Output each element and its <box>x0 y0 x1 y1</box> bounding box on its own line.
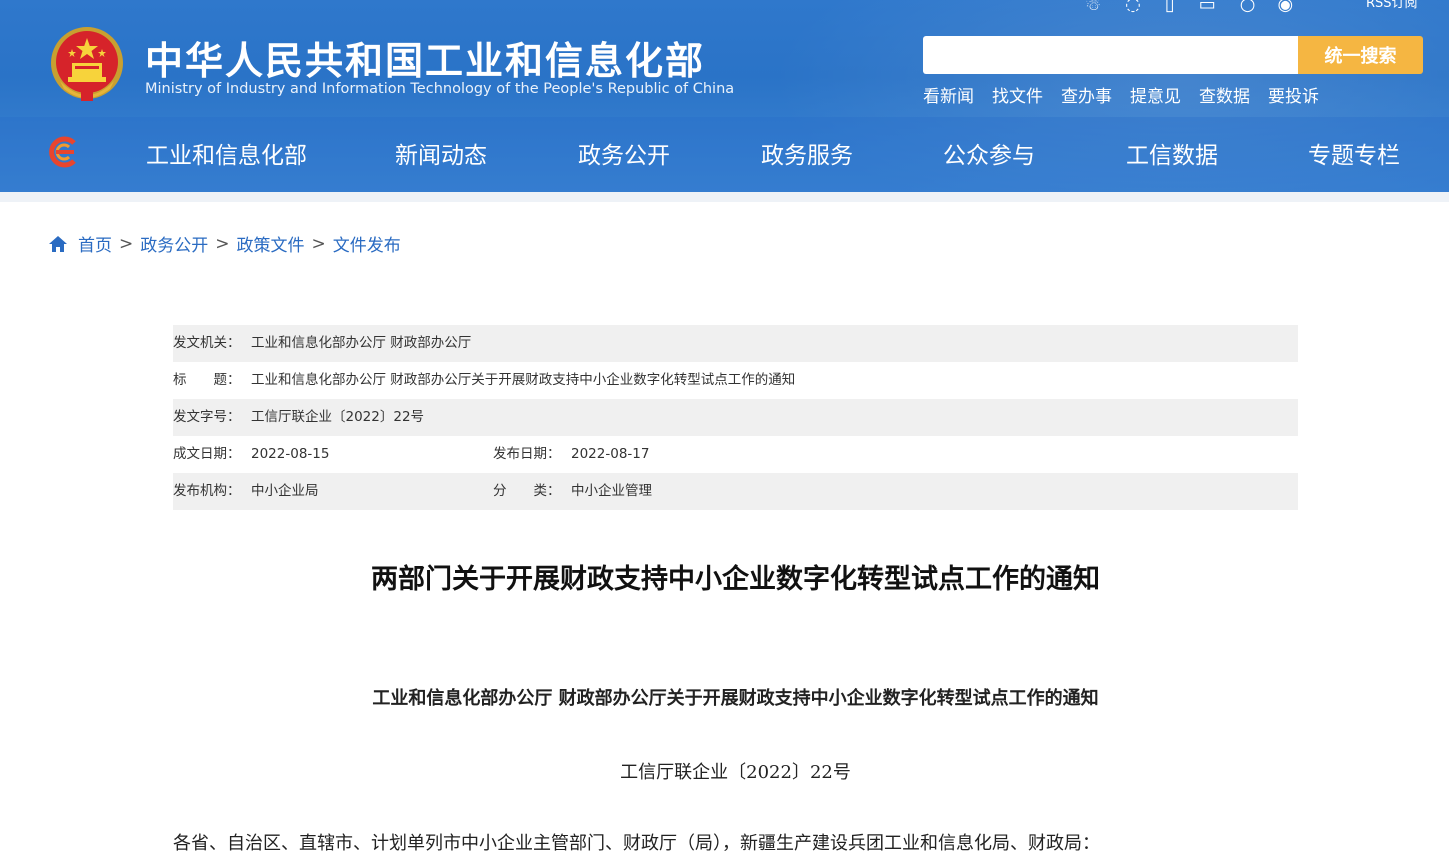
search-button[interactable]: 统一搜索 <box>1298 36 1423 74</box>
quick-link-services[interactable]: 查办事 <box>1061 82 1112 107</box>
quick-link-files[interactable]: 找文件 <box>992 82 1043 107</box>
meta-written-date: 2022-08-15 <box>251 446 330 462</box>
site-title[interactable]: 中华人民共和国工业和信息化部 <box>145 30 705 85</box>
site-subtitle: Ministry of Industry and Information Tec… <box>145 81 735 97</box>
meta-label: 发布机构： <box>173 483 241 499</box>
site-header: 中华人民共和国工业和信息化部 Ministry of Industry and … <box>0 0 1449 192</box>
quick-link-complaint[interactable]: 要投诉 <box>1268 82 1319 107</box>
meta-label: 标 题： <box>173 372 241 388</box>
meta-doc-number: 工信厅联企业〔2022〕22号 <box>251 409 425 425</box>
accessibility-icon[interactable]: ☃ <box>1085 0 1101 14</box>
nav-item-ministry[interactable]: 工业和信息化部 <box>146 136 307 170</box>
document-number: 工信厅联企业〔2022〕22号 <box>620 762 851 783</box>
tv-icon[interactable]: ▭ <box>1199 0 1216 14</box>
wechat-icon[interactable]: ○ <box>1240 0 1256 14</box>
meta-label: 发文字号： <box>173 409 241 425</box>
meta-label: 发布日期： <box>493 446 561 462</box>
national-emblem-icon[interactable] <box>48 25 126 105</box>
meta-row-doc-number: 发文字号： 工信厅联企业〔2022〕22号 <box>173 399 1298 436</box>
home-icon[interactable] <box>48 234 68 254</box>
document-title: 两部门关于开展财政支持中小企业数字化转型试点工作的通知 <box>371 564 1100 595</box>
meta-issuer: 工业和信息化部办公厅 财政部办公厅 <box>251 335 472 351</box>
miit-logo-icon[interactable] <box>44 135 82 169</box>
header-divider <box>0 192 1449 202</box>
nav-item-news[interactable]: 新闻动态 <box>395 136 487 170</box>
meta-row-title: 标 题： 工业和信息化部办公厅 财政部办公厅关于开展财政支持中小企业数字化转型试… <box>173 362 1298 399</box>
breadcrumb: 首页 > 政务公开 > 政策文件 > 文件发布 <box>48 231 401 256</box>
nav-item-services[interactable]: 政务服务 <box>761 136 853 170</box>
nav-item-public-affairs[interactable]: 政务公开 <box>578 136 670 170</box>
mobile-icon[interactable]: ▯ <box>1165 0 1175 14</box>
weibo-icon[interactable]: ◉ <box>1278 0 1294 14</box>
meta-title: 工业和信息化部办公厅 财政部办公厅关于开展财政支持中小企业数字化转型试点工作的通… <box>251 372 796 388</box>
meta-org: 中小企业局 <box>251 483 319 499</box>
meta-label: 分 类： <box>493 483 561 499</box>
nav-item-participation[interactable]: 公众参与 <box>943 136 1035 170</box>
meta-row-dates: 成文日期： 2022-08-15 发布日期： 2022-08-17 <box>173 436 1298 473</box>
document-metadata-table: 发文机关： 工业和信息化部办公厅 财政部办公厅 标 题： 工业和信息化部办公厅 … <box>173 325 1298 510</box>
language-icon[interactable]: ◌ <box>1125 0 1141 14</box>
meta-publish-date: 2022-08-17 <box>571 446 650 462</box>
breadcrumb-policy-files[interactable]: 政策文件 <box>237 231 305 256</box>
breadcrumb-separator: > <box>215 233 230 254</box>
breadcrumb-public-affairs[interactable]: 政务公开 <box>140 231 208 256</box>
meta-category: 中小企业管理 <box>571 483 652 499</box>
quick-link-data[interactable]: 查数据 <box>1199 82 1250 107</box>
top-utility-icons: ☃ ◌ ▯ ▭ ○ ◉ <box>1085 0 1293 16</box>
quick-link-news[interactable]: 看新闻 <box>923 82 974 107</box>
meta-label: 发文机关： <box>173 335 241 351</box>
meta-row-issuer: 发文机关： 工业和信息化部办公厅 财政部办公厅 <box>173 325 1298 362</box>
document-recipients: 各省、自治区、直辖市、计划单列市中小企业主管部门、财政厅（局），新疆生产建设兵团… <box>173 833 1100 854</box>
breadcrumb-separator: > <box>119 233 134 254</box>
rss-link[interactable]: RSS订阅 <box>1366 0 1418 11</box>
search-input[interactable] <box>923 36 1298 74</box>
breadcrumb-home[interactable]: 首页 <box>78 231 112 256</box>
meta-row-org: 发布机构： 中小企业局 分 类： 中小企业管理 <box>173 473 1298 510</box>
nav-item-topics[interactable]: 专题专栏 <box>1308 136 1400 170</box>
nav-item-data[interactable]: 工信数据 <box>1126 136 1218 170</box>
quick-link-feedback[interactable]: 提意见 <box>1130 82 1181 107</box>
meta-label: 成文日期： <box>173 446 241 462</box>
quick-links: 看新闻 找文件 查办事 提意见 查数据 要投诉 <box>923 82 1319 107</box>
breadcrumb-separator: > <box>311 233 326 254</box>
document-heading: 工业和信息化部办公厅 财政部办公厅关于开展财政支持中小企业数字化转型试点工作的通… <box>372 688 1099 709</box>
breadcrumb-file-release[interactable]: 文件发布 <box>333 231 401 256</box>
